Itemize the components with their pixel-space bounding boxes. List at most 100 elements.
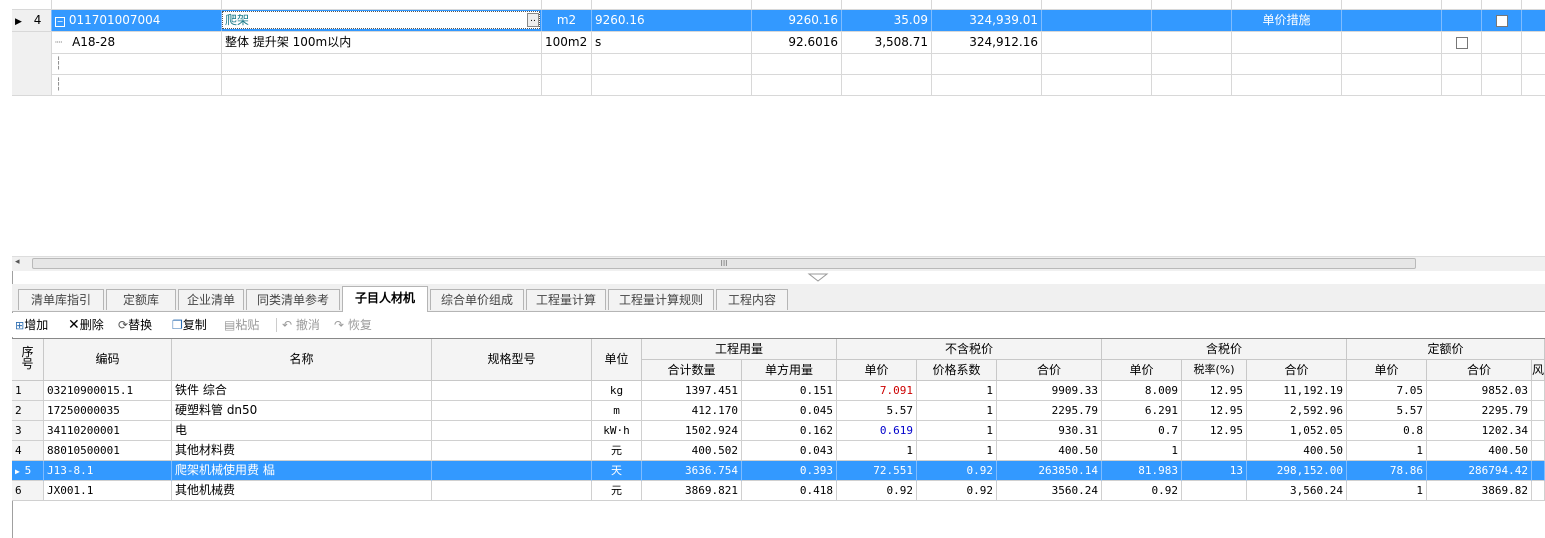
tax-total-cell[interactable]: 1,052.05 (1247, 421, 1347, 441)
qty-cell[interactable]: 9260.16 (752, 10, 842, 31)
checkbox-cell[interactable] (1442, 32, 1482, 53)
extra-cell[interactable] (1532, 481, 1545, 501)
name-cell[interactable]: 硬塑料管 dn50 (172, 401, 432, 421)
tax-price-cell[interactable]: 6.291 (1102, 401, 1182, 421)
row-checkbox[interactable] (1495, 14, 1508, 27)
tax-price-cell[interactable]: 81.983 (1102, 461, 1182, 481)
empty-cell[interactable] (1442, 10, 1482, 31)
header-notax-total[interactable]: 合价 (997, 360, 1102, 381)
upper-row[interactable]: ┈ A18-28 整体 提升架 100m以内 100m2 s 92.6016 3… (12, 32, 1545, 54)
quota-price-cell[interactable]: 0.8 (1347, 421, 1427, 441)
qty-unit-cell[interactable]: 0.045 (742, 401, 837, 421)
code-cell[interactable]: 34110200001 (44, 421, 172, 441)
code-cell[interactable]: − 011701007004 (52, 10, 222, 31)
header-qty-total[interactable]: 合计数量 (642, 360, 742, 381)
tax-total-cell[interactable]: 2,592.96 (1247, 401, 1347, 421)
tax-price-cell[interactable]: 0.92 (1102, 481, 1182, 501)
spec-cell[interactable] (432, 461, 592, 481)
qty-total-cell[interactable]: 400.502 (642, 441, 742, 461)
collapse-icon[interactable]: − (55, 17, 65, 27)
notax-price-cell[interactable]: 0.619 (837, 421, 917, 441)
spec-cell[interactable] (432, 421, 592, 441)
qty-unit-cell[interactable]: 0.151 (742, 381, 837, 401)
unit-cell[interactable]: 天 (592, 461, 642, 481)
notax-coef-cell[interactable]: 1 (917, 441, 997, 461)
header-code[interactable]: 编码 (44, 339, 172, 381)
header-group-tax[interactable]: 含税价 (1102, 339, 1347, 360)
header-group-quota[interactable]: 定额价 (1347, 339, 1545, 360)
copy-button[interactable]: ❐复制 (172, 316, 207, 334)
header-tax-price[interactable]: 单价 (1102, 360, 1182, 381)
upper-row-empty[interactable]: ┆ (12, 53, 1545, 75)
price-cell[interactable]: 3,508.71 (842, 32, 932, 53)
name-edit-input[interactable]: 爬架 (222, 11, 540, 29)
unit-cell[interactable]: m (592, 401, 642, 421)
seq-cell[interactable]: 1 (12, 381, 44, 401)
qty-total-cell[interactable]: 3869.821 (642, 481, 742, 501)
seq-cell[interactable]: 6 (12, 481, 44, 501)
name-cell[interactable]: 其他机械费 (172, 481, 432, 501)
seq-cell[interactable]: 4 (12, 441, 44, 461)
tax-rate-cell[interactable]: 13 (1182, 461, 1247, 481)
extra-cell[interactable] (1532, 381, 1545, 401)
row-header[interactable] (12, 32, 52, 53)
qty-unit-cell[interactable]: 0.162 (742, 421, 837, 441)
header-tax-rate[interactable]: 税率(%) (1182, 360, 1247, 381)
name-cell[interactable]: 其他材料费 (172, 441, 432, 461)
upper-row-empty[interactable]: ┆ (12, 74, 1545, 96)
tab-enterprise-bill[interactable]: 企业清单 (178, 289, 244, 310)
notax-total-cell[interactable]: 930.31 (997, 421, 1102, 441)
tax-rate-cell[interactable] (1182, 481, 1247, 501)
code-cell[interactable]: JX001.1 (44, 481, 172, 501)
empty-cell[interactable] (1482, 32, 1522, 53)
splitter-collapse-icon[interactable] (806, 272, 830, 282)
notax-coef-cell[interactable]: 1 (917, 401, 997, 421)
table-row[interactable]: 2 17250000035 硬塑料管 dn50 m 412.170 0.045 5.57 1 2… (12, 401, 1545, 421)
scroll-left-icon[interactable]: ◂ (15, 257, 20, 267)
qty-total-cell[interactable]: 412.170 (642, 401, 742, 421)
tax-price-cell[interactable]: 0.7 (1102, 421, 1182, 441)
table-row[interactable]: 6 JX001.1 其他机械费元 3869.821 0.418 0.92 0.92 3560.… (12, 481, 1545, 501)
name-cell[interactable]: 爬架 .. (222, 10, 542, 31)
tax-rate-cell[interactable]: 12.95 (1182, 401, 1247, 421)
notax-coef-cell[interactable]: 1 (917, 421, 997, 441)
spec-cell[interactable] (432, 441, 592, 461)
unit-cell[interactable]: 元 (592, 481, 642, 501)
notax-total-cell[interactable]: 2295.79 (997, 401, 1102, 421)
scrollbar-thumb[interactable]: III (32, 258, 1416, 269)
header-seq[interactable]: 序号 (12, 339, 44, 381)
qty-unit-cell[interactable]: 0.393 (742, 461, 837, 481)
empty-cell[interactable] (1342, 32, 1442, 53)
header-qty-unit[interactable]: 单方用量 (742, 360, 837, 381)
tab-resources[interactable]: 子目人材机 (342, 286, 428, 312)
quota-total-cell[interactable]: 1202.34 (1427, 421, 1532, 441)
spec-cell[interactable] (432, 481, 592, 501)
qty-expr-cell[interactable]: s (592, 32, 752, 53)
add-button[interactable]: ⊞增加 (15, 316, 48, 334)
notax-price-cell[interactable]: 0.92 (837, 481, 917, 501)
notax-coef-cell[interactable]: 1 (917, 381, 997, 401)
tab-bill-guide[interactable]: 清单库指引 (18, 289, 104, 310)
table-row-selected[interactable]: ▶ 5 J13-8.1 爬架机械使用费 榀 天 3636.754 0.393 72.551 0… (12, 461, 1545, 481)
name-cell[interactable]: 电 (172, 421, 432, 441)
quota-price-cell[interactable]: 5.57 (1347, 401, 1427, 421)
extra-cell[interactable] (1532, 421, 1545, 441)
tax-price-cell[interactable]: 1 (1102, 441, 1182, 461)
header-tax-total[interactable]: 合价 (1247, 360, 1347, 381)
category-cell[interactable] (1232, 32, 1342, 53)
qty-expr-cell[interactable]: 9260.16 (592, 10, 752, 31)
replace-button[interactable]: ⟳替换 (118, 316, 152, 334)
tab-work-content[interactable]: 工程内容 (716, 289, 788, 310)
quota-price-cell[interactable]: 78.86 (1347, 461, 1427, 481)
header-notax-price[interactable]: 单价 (837, 360, 917, 381)
qty-unit-cell[interactable]: 0.043 (742, 441, 837, 461)
upper-row-selected[interactable]: ▶ 4 − 011701007004 爬架 .. m2 9260.16 9260… (12, 10, 1545, 32)
notax-price-cell[interactable]: 5.57 (837, 401, 917, 421)
total-cell[interactable]: 324,912.16 (932, 32, 1042, 53)
ellipsis-button[interactable]: .. (527, 13, 539, 27)
quota-total-cell[interactable]: 286794.42 (1427, 461, 1532, 481)
quota-price-cell[interactable]: 7.05 (1347, 381, 1427, 401)
extra-cell[interactable] (1532, 441, 1545, 461)
name-cell[interactable]: 铁件 综合 (172, 381, 432, 401)
header-spec[interactable]: 规格型号 (432, 339, 592, 381)
